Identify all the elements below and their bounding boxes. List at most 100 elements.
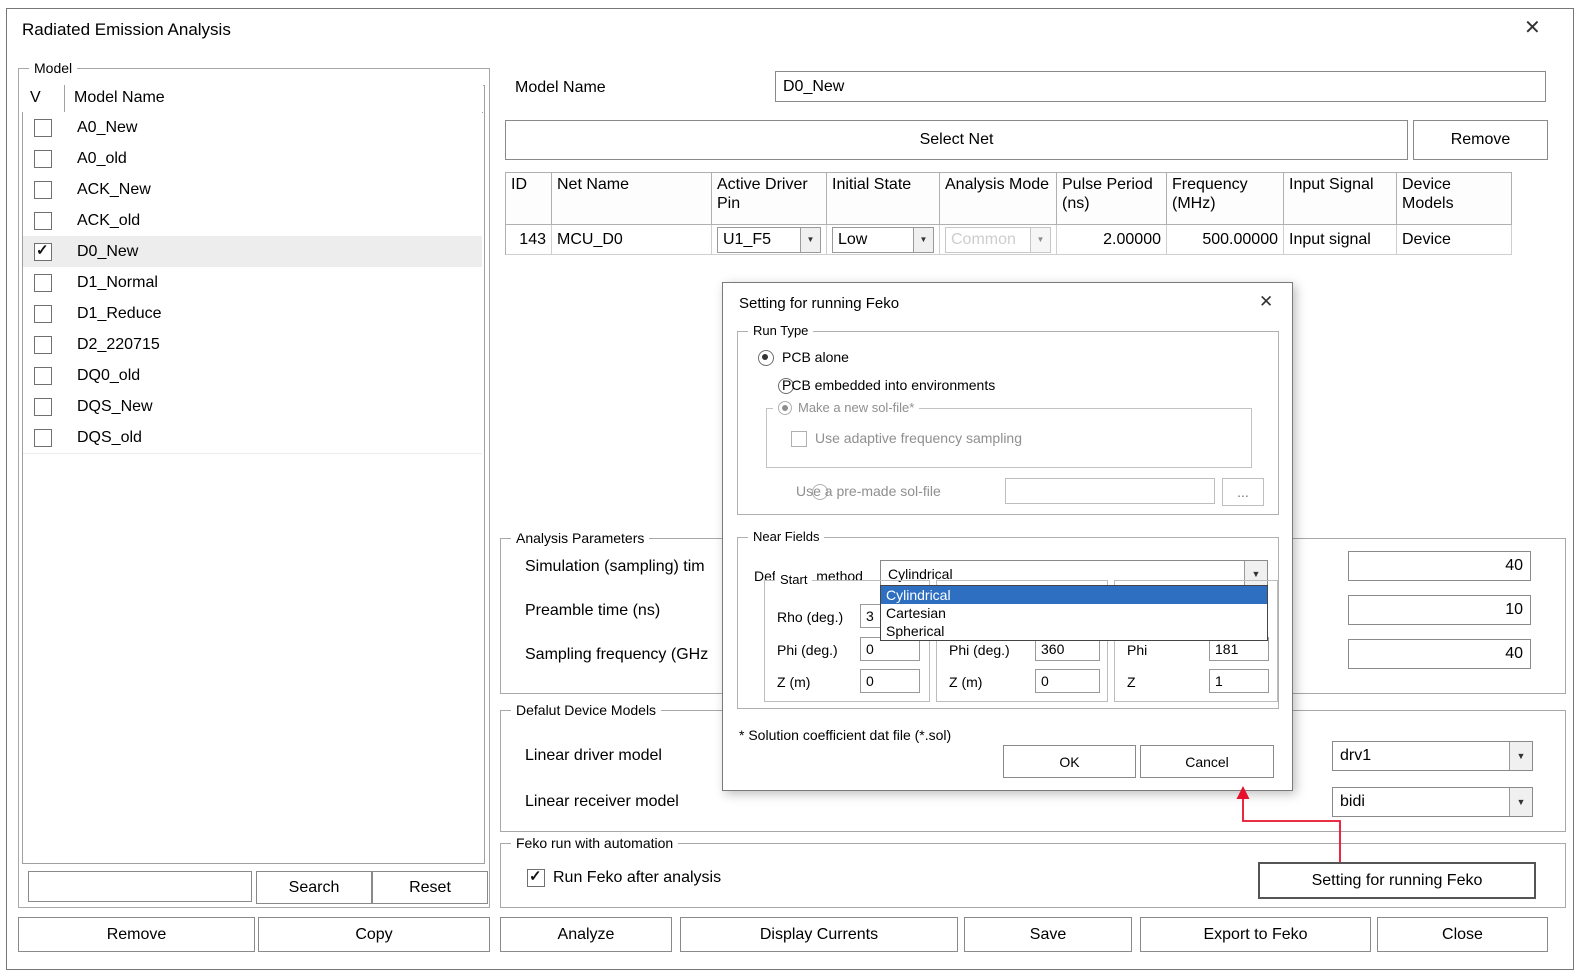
definition-method-dropdown-list: Cylindrical Cartesian Spherical xyxy=(880,585,1268,641)
chevron-down-icon[interactable]: ▼ xyxy=(800,228,820,252)
make-new-sol-legend: Make a new sol-file* xyxy=(773,399,919,417)
net-remove-button[interactable]: Remove xyxy=(1413,120,1548,160)
cell-pulse-period[interactable]: 2.00000 xyxy=(1057,225,1167,255)
pcb-alone-radio[interactable] xyxy=(758,350,774,366)
list-item-selected[interactable]: D0_New xyxy=(23,236,482,268)
model-checkbox[interactable] xyxy=(34,243,52,261)
search-button[interactable]: Search xyxy=(256,871,372,904)
list-item[interactable]: DQS_old xyxy=(23,422,482,454)
model-copy-button[interactable]: Copy xyxy=(258,917,490,952)
sampling-frequency-field[interactable] xyxy=(1348,639,1531,669)
model-checkbox[interactable] xyxy=(34,181,52,199)
model-name: ACK_old xyxy=(77,212,140,230)
model-name-field[interactable] xyxy=(775,71,1546,102)
model-remove-button[interactable]: Remove xyxy=(18,917,255,952)
col-analysis-mode: Analysis Mode xyxy=(940,173,1057,225)
chevron-down-icon[interactable]: ▼ xyxy=(1509,788,1532,816)
feko-settings-dialog: Setting for running Feko ✕ Run Type PCB … xyxy=(722,282,1293,791)
simulation-time-label: Simulation (sampling) tim xyxy=(525,558,705,576)
preamble-time-field[interactable] xyxy=(1348,595,1531,625)
analysis-parameters-legend: Analysis Parameters xyxy=(511,529,649,547)
z-start-field[interactable] xyxy=(860,669,920,693)
col-device-models: Device Models xyxy=(1397,173,1512,225)
list-item[interactable]: DQS_New xyxy=(23,391,482,423)
run-type-group: Run Type PCB alone PCB embedded into env… xyxy=(737,331,1279,515)
adaptive-sampling-label: Use adaptive frequency sampling xyxy=(815,430,1022,446)
close-button[interactable]: Close xyxy=(1377,917,1548,952)
linear-driver-combo[interactable]: drv1 ▼ xyxy=(1332,741,1533,771)
col-id: ID xyxy=(506,173,552,225)
list-item[interactable]: A0_old xyxy=(23,143,482,175)
dropdown-option-spherical[interactable]: Spherical xyxy=(881,622,1267,640)
simulation-time-field[interactable] xyxy=(1348,551,1531,581)
model-checkbox[interactable] xyxy=(34,119,52,137)
cell-device-models[interactable]: Device xyxy=(1397,225,1512,255)
make-new-sol-radio xyxy=(778,401,792,415)
display-currents-button[interactable]: Display Currents xyxy=(680,917,958,952)
cell-initial-state: Low ▼ xyxy=(827,225,940,255)
linear-receiver-combo[interactable]: bidi ▼ xyxy=(1332,787,1533,817)
preamble-time-label: Preamble time (ns) xyxy=(525,602,660,620)
chevron-down-icon[interactable]: ▼ xyxy=(913,228,933,252)
search-input[interactable] xyxy=(28,871,252,902)
model-name: A0_old xyxy=(77,150,127,168)
reset-button[interactable]: Reset xyxy=(372,871,488,904)
dropdown-option-cartesian[interactable]: Cartesian xyxy=(881,604,1267,622)
model-checkbox[interactable] xyxy=(34,305,52,323)
cell-analysis-mode: Common ▼ xyxy=(940,225,1057,255)
phi-points-label: Phi xyxy=(1127,642,1147,658)
list-item[interactable]: ACK_old xyxy=(23,205,482,237)
col-frequency: Frequency (MHz) xyxy=(1167,173,1284,225)
linear-receiver-label: Linear receiver model xyxy=(525,793,679,811)
model-checkbox[interactable] xyxy=(34,336,52,354)
net-table: ID Net Name Active Driver Pin Initial St… xyxy=(505,172,1512,255)
cancel-button[interactable]: Cancel xyxy=(1140,745,1274,778)
phi-start-label: Phi (deg.) xyxy=(777,642,838,658)
active-driver-pin-combo[interactable]: U1_F5 ▼ xyxy=(717,227,821,253)
model-checkbox[interactable] xyxy=(34,398,52,416)
analyze-button[interactable]: Analyze xyxy=(500,917,672,952)
cell-id: 143 xyxy=(506,225,552,255)
z-points-field[interactable] xyxy=(1209,669,1269,693)
setting-for-running-feko-button[interactable]: Setting for running Feko xyxy=(1258,862,1536,899)
list-item[interactable]: D1_Normal xyxy=(23,267,482,299)
window-title: Radiated Emission Analysis xyxy=(22,20,231,40)
cell-input-signal[interactable]: Input signal xyxy=(1284,225,1397,255)
dropdown-option-cylindrical[interactable]: Cylindrical xyxy=(881,586,1267,604)
net-table-header: ID Net Name Active Driver Pin Initial St… xyxy=(506,173,1512,225)
z-end-field[interactable] xyxy=(1035,669,1100,693)
chevron-down-icon[interactable]: ▼ xyxy=(1509,742,1532,770)
model-checkbox[interactable] xyxy=(34,274,52,292)
model-checkbox[interactable] xyxy=(34,212,52,230)
model-checkbox[interactable] xyxy=(34,429,52,447)
model-checkbox[interactable] xyxy=(34,150,52,168)
window-close-icon[interactable]: ✕ xyxy=(1524,18,1541,38)
list-item[interactable]: D2_220715 xyxy=(23,329,482,361)
model-col-check-header: V xyxy=(30,89,41,107)
select-net-button[interactable]: Select Net xyxy=(505,120,1408,160)
model-name: A0_New xyxy=(77,119,137,137)
col-input-signal: Input Signal xyxy=(1284,173,1397,225)
model-name: DQ0_old xyxy=(77,367,140,385)
list-item[interactable]: ACK_New xyxy=(23,174,482,206)
model-checkbox[interactable] xyxy=(34,367,52,385)
model-name: D0_New xyxy=(77,243,138,261)
z-start-label: Z (m) xyxy=(777,674,810,690)
default-device-models-legend: Defalut Device Models xyxy=(511,701,661,719)
export-to-feko-button[interactable]: Export to Feko xyxy=(1140,917,1371,952)
save-button[interactable]: Save xyxy=(964,917,1132,952)
browse-button: ... xyxy=(1222,478,1264,506)
list-item[interactable]: DQ0_old xyxy=(23,360,482,392)
dialog-close-icon[interactable]: ✕ xyxy=(1259,292,1273,312)
model-group-legend: Model xyxy=(29,59,77,77)
initial-state-combo[interactable]: Low ▼ xyxy=(832,227,934,253)
list-item[interactable]: D1_Reduce xyxy=(23,298,482,330)
pcb-embedded-label: PCB embedded into environments xyxy=(782,377,995,393)
premade-sol-path-field xyxy=(1005,478,1215,504)
run-feko-checkbox[interactable] xyxy=(527,869,545,887)
linear-driver-label: Linear driver model xyxy=(525,747,662,765)
ok-button[interactable]: OK xyxy=(1003,745,1136,778)
cell-frequency[interactable]: 500.00000 xyxy=(1167,225,1284,255)
table-row: 143 MCU_D0 U1_F5 ▼ Low ▼ Common ▼ 2.0000… xyxy=(506,225,1512,255)
list-item[interactable]: A0_New xyxy=(23,112,482,144)
